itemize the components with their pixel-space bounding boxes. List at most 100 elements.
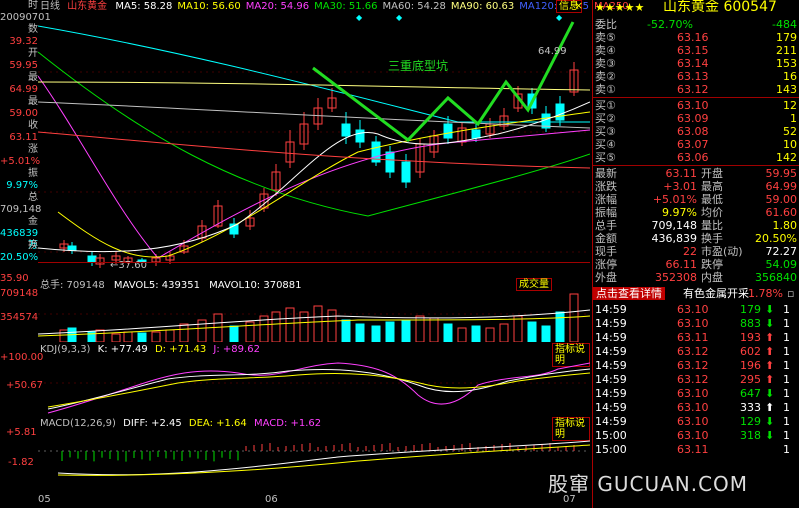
- ask-label: 卖⑤: [595, 31, 616, 44]
- left-info-0: 时: [28, 0, 38, 11]
- volume-bar: [355, 323, 365, 342]
- left-info-8: 最: [28, 96, 38, 107]
- macd-axis-mid: -1.82: [8, 457, 34, 468]
- stats-row: 涨停 66.11 跌停 54.09: [593, 258, 799, 271]
- stat-value: 709,148: [651, 219, 698, 232]
- candle-body: [67, 245, 77, 251]
- stat-value: 54.09: [765, 258, 798, 271]
- tick-row: 14:59 63.10 179 ⬇ 1: [593, 303, 799, 316]
- kdj-chart: [38, 362, 590, 414]
- stats-row: 总手 709,148 量比 1.80: [593, 219, 799, 232]
- wei-bi-label: 委比: [595, 18, 617, 31]
- tick-time: 15:00: [595, 443, 627, 456]
- macd-value: MACD: +1.62: [253, 418, 322, 429]
- stat-label: 市盈(动): [701, 245, 743, 258]
- ask-label: 卖③: [595, 57, 616, 70]
- stat-value: 1.80: [772, 219, 798, 232]
- volume-bar: [569, 293, 579, 342]
- stat-label: 开盘: [701, 167, 723, 180]
- macd-dea: DEA: +1.64: [188, 418, 247, 429]
- sector-pct: 1.78%: [748, 287, 783, 300]
- left-info-12: 涨: [28, 144, 38, 155]
- ask-volume: 179: [776, 31, 797, 44]
- stat-value: 352308: [655, 271, 697, 284]
- stats-row: 涨幅 +5.01% 最低 59.00: [593, 193, 799, 206]
- candle-body: [555, 103, 565, 121]
- tick-price: 63.10: [677, 317, 709, 330]
- volume-bar: [457, 327, 467, 342]
- left-info-15: 9.97%: [6, 180, 38, 191]
- kdj-axis-mid: +50.67: [6, 380, 44, 391]
- kdj-axis-top: +100.00: [0, 352, 44, 363]
- stats-row: 最新 63.11 开盘 59.95: [593, 167, 799, 180]
- kline-chart-area[interactable]: 日线 山东黄金 MA5: 58.28 MA10: 56.60 MA20: 54.96…: [38, 0, 629, 508]
- tick-volume: 193: [740, 331, 761, 344]
- left-info-3: 39.32: [9, 36, 38, 47]
- volume-bar: [59, 329, 69, 342]
- stat-value: 64.99: [765, 180, 798, 193]
- stat-label: 涨跌: [595, 180, 617, 193]
- ask-volume: 16: [783, 70, 797, 83]
- stat-value: +3.01: [663, 180, 697, 193]
- volume-bar: [527, 321, 537, 342]
- sector-tab-row: 点击查看详情 有色金属开采 1.78% ▫: [593, 287, 799, 300]
- ask-price: 63.12: [677, 83, 709, 96]
- arrow-up-icon: ⬆: [765, 345, 775, 358]
- left-info-16: 总: [28, 192, 38, 203]
- close-icon[interactable]: ×: [574, 0, 583, 12]
- detail-button[interactable]: 点击查看详情: [593, 287, 665, 300]
- price-axis-bottom: 35.90: [0, 273, 29, 284]
- bid-price: 63.10: [677, 99, 709, 112]
- ask-row: 卖③ 63.14 153: [593, 57, 799, 70]
- wei-bi-row: 委比 -52.70% -484: [593, 18, 799, 31]
- kdj-legend: KDJ(9,3,3) K: +77.49 D: +71.43 J: +89.62: [40, 344, 260, 355]
- tick-row: 14:59 63.12 196 ⬆ 1: [593, 359, 799, 372]
- volume-bar: [123, 331, 133, 342]
- ma-legend-item: MA10: 56.60: [177, 1, 241, 12]
- sector-label: 有色金属开采: [683, 287, 749, 300]
- stat-value: +5.01%: [652, 193, 697, 206]
- candle-body: [471, 129, 481, 139]
- stat-label: 金额: [595, 232, 617, 245]
- left-info-11: 63.11: [9, 132, 38, 143]
- kdj-k: K: +77.49: [97, 344, 148, 355]
- left-info-13: +5.01%: [0, 156, 41, 167]
- tick-price: 63.12: [677, 359, 709, 372]
- ma-legend-item: MA60: 54.28: [382, 1, 446, 12]
- tick-volume: 647: [740, 387, 761, 400]
- arrow-down-icon: ⬇: [765, 429, 775, 442]
- stats-row: 外盘 352308 内盘 356840: [593, 271, 799, 284]
- stat-value: 72.27: [765, 245, 798, 258]
- volume-bar: [229, 325, 239, 342]
- left-info-1: 20090701: [0, 12, 51, 23]
- ask-price: 63.16: [677, 31, 709, 44]
- left-info-2: 数: [28, 24, 38, 35]
- ask-price: 63.15: [677, 44, 709, 57]
- order-divider: [593, 97, 799, 98]
- vol-axis-top: 709148: [0, 288, 39, 299]
- tick-time: 14:59: [595, 401, 627, 414]
- volume-bar: [151, 331, 161, 342]
- tick-count: 1: [783, 373, 790, 386]
- bid-label: 买②: [595, 112, 616, 125]
- tick-count: 1: [783, 317, 790, 330]
- tick-row: 14:59 63.10 883 ⬇ 1: [593, 317, 799, 330]
- bid-label: 买①: [595, 99, 616, 112]
- quote-panel: ★★★★★ 山东黄金 600547 委比 -52.70% -484 卖⑤ 63.16 17…: [592, 0, 799, 508]
- macd-diff: DIFF: +2.45: [123, 418, 182, 429]
- tick-volume: 295: [740, 373, 761, 386]
- volume-bar: [271, 311, 281, 342]
- bid-price: 63.07: [677, 138, 709, 151]
- stats-row: 现手 22 市盈(动) 72.27: [593, 245, 799, 258]
- volume-bar: [555, 311, 565, 342]
- stat-label: 现手: [595, 245, 617, 258]
- tick-price: 63.10: [677, 401, 709, 414]
- tick-price: 63.12: [677, 345, 709, 358]
- stat-label: 涨幅: [595, 193, 617, 206]
- sector-expand-icon[interactable]: ▫: [787, 287, 794, 300]
- ask-label: 卖④: [595, 44, 616, 57]
- bid-volume: 52: [783, 125, 797, 138]
- ask-label: 卖①: [595, 83, 616, 96]
- peak-price-label: 64.99: [538, 46, 567, 57]
- candle-body: [341, 123, 351, 137]
